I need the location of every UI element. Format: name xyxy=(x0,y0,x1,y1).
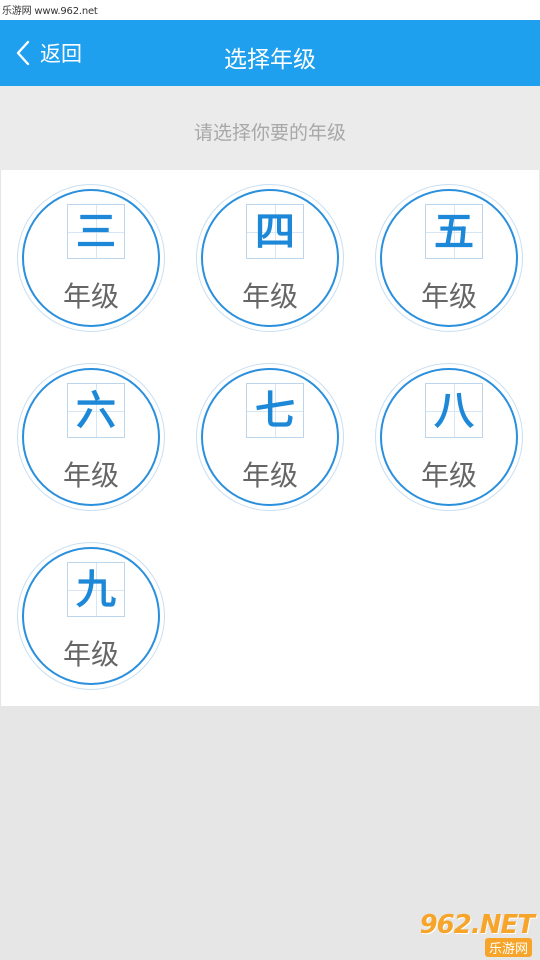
grade-label: 年级 xyxy=(62,638,119,671)
chevron-left-icon xyxy=(16,40,30,66)
grade-button-7[interactable]: 七 年级 xyxy=(196,363,344,511)
grade-label: 年级 xyxy=(241,459,298,492)
grade-char: 五 xyxy=(434,209,474,255)
glyph-grid: 三 xyxy=(67,204,125,259)
status-strip: 乐游网 www.962.net xyxy=(0,0,540,20)
back-button[interactable]: 返回 xyxy=(14,38,82,68)
grade-ring: 九 年级 xyxy=(22,547,160,685)
glyph-grid: 五 xyxy=(425,204,483,259)
glyph-grid: 九 xyxy=(67,562,125,617)
grade-char: 九 xyxy=(76,567,116,613)
grade-char: 四 xyxy=(255,209,295,255)
watermark-text: 乐游网 www.962.net xyxy=(2,6,98,17)
grade-button-6[interactable]: 六 年级 xyxy=(17,363,165,511)
grade-char: 八 xyxy=(434,388,474,434)
grade-label: 年级 xyxy=(420,280,477,313)
back-label: 返回 xyxy=(40,42,82,66)
logo-text: 962.NET xyxy=(419,910,535,940)
grade-label: 年级 xyxy=(62,280,119,313)
grade-label: 年级 xyxy=(420,459,477,492)
grade-char: 七 xyxy=(255,388,295,434)
logo-subtext: 乐游网 xyxy=(484,938,532,957)
grade-char: 三 xyxy=(76,209,116,255)
hint-text: 请选择你要的年级 xyxy=(193,122,346,144)
grade-ring: 三 年级 xyxy=(22,189,160,327)
glyph-grid: 六 xyxy=(67,383,125,438)
hint-area: 请选择你要的年级 xyxy=(0,86,540,170)
grade-button-8[interactable]: 八 年级 xyxy=(375,363,523,511)
grade-label: 年级 xyxy=(62,459,119,492)
grade-ring: 六 年级 xyxy=(22,368,160,506)
grade-button-4[interactable]: 四 年级 xyxy=(196,184,344,332)
grade-ring: 八 年级 xyxy=(380,368,518,506)
grade-ring: 七 年级 xyxy=(201,368,339,506)
grade-char: 六 xyxy=(76,388,116,434)
glyph-grid: 八 xyxy=(425,383,483,438)
grade-button-5[interactable]: 五 年级 xyxy=(375,184,523,332)
grade-grid: 三 年级 四 年级 五 年级 六 年级 七 年级 八 年级 九 年级 xyxy=(1,170,539,706)
nav-bar: 返回 选择年级 xyxy=(0,20,540,86)
grade-button-9[interactable]: 九 年级 xyxy=(17,542,165,690)
grade-ring: 四 年级 xyxy=(201,189,339,327)
watermark-logo: 962.NET 乐游网 xyxy=(420,910,535,957)
glyph-grid: 四 xyxy=(246,204,304,259)
grade-ring: 五 年级 xyxy=(380,189,518,327)
grade-label: 年级 xyxy=(241,280,298,313)
glyph-grid: 七 xyxy=(246,383,304,438)
grade-button-3[interactable]: 三 年级 xyxy=(17,184,165,332)
